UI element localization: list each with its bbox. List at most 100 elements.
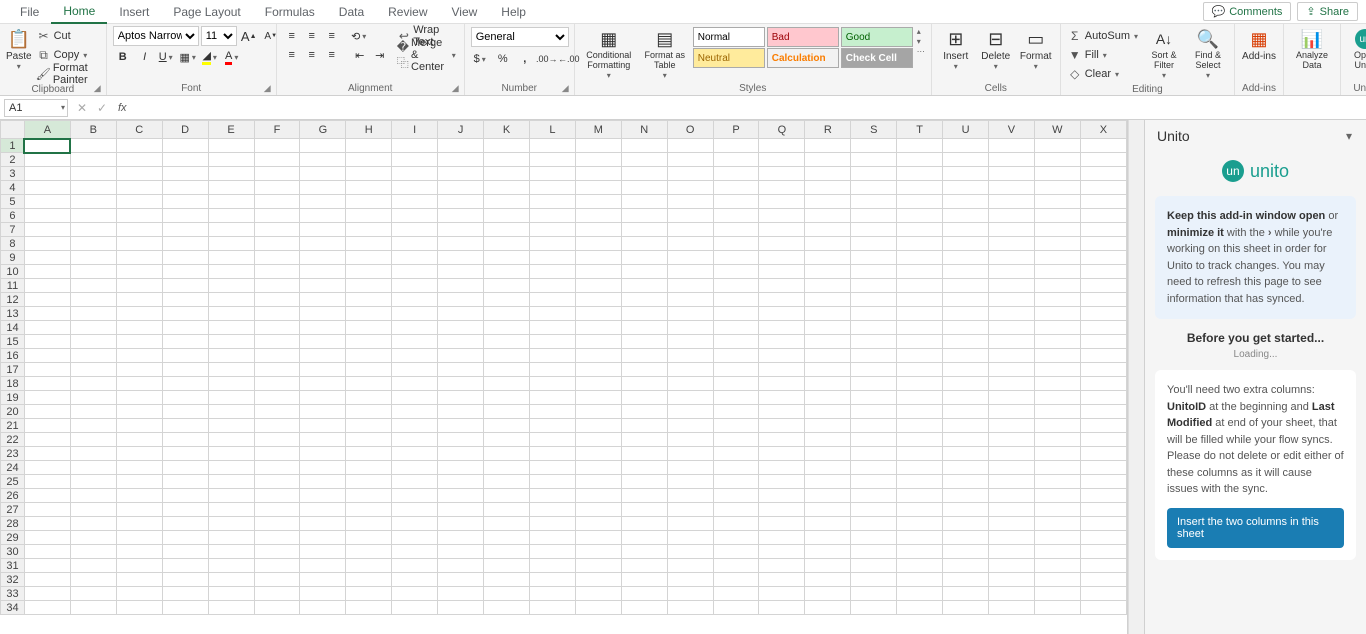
cell-W33[interactable] bbox=[1034, 587, 1080, 601]
cell-A25[interactable] bbox=[24, 475, 70, 489]
cell-E29[interactable] bbox=[208, 531, 254, 545]
row-header-31[interactable]: 31 bbox=[1, 559, 25, 573]
cell-P6[interactable] bbox=[713, 209, 759, 223]
cell-H22[interactable] bbox=[346, 433, 392, 447]
cell-J2[interactable] bbox=[438, 153, 484, 167]
dialog-launcher-icon[interactable]: ◢ bbox=[264, 83, 274, 93]
cell-X15[interactable] bbox=[1080, 335, 1126, 349]
cell-X32[interactable] bbox=[1080, 573, 1126, 587]
cell-U27[interactable] bbox=[943, 503, 989, 517]
find-select-button[interactable]: 🔍Find & Select▾ bbox=[1188, 27, 1228, 80]
cell-V34[interactable] bbox=[989, 601, 1035, 615]
cell-C10[interactable] bbox=[116, 265, 162, 279]
cell-D15[interactable] bbox=[162, 335, 208, 349]
cell-S19[interactable] bbox=[851, 391, 897, 405]
cell-L32[interactable] bbox=[529, 573, 575, 587]
cell-M19[interactable] bbox=[575, 391, 621, 405]
select-all-corner[interactable] bbox=[1, 121, 25, 139]
cell-G28[interactable] bbox=[300, 517, 346, 531]
cell-K2[interactable] bbox=[484, 153, 530, 167]
cell-E2[interactable] bbox=[208, 153, 254, 167]
cell-C7[interactable] bbox=[116, 223, 162, 237]
row-header-12[interactable]: 12 bbox=[1, 293, 25, 307]
cell-D17[interactable] bbox=[162, 363, 208, 377]
cell-T18[interactable] bbox=[897, 377, 943, 391]
cell-D30[interactable] bbox=[162, 545, 208, 559]
cell-I9[interactable] bbox=[392, 251, 438, 265]
cell-K28[interactable] bbox=[484, 517, 530, 531]
row-header-9[interactable]: 9 bbox=[1, 251, 25, 265]
cell-R5[interactable] bbox=[805, 195, 851, 209]
cell-Q13[interactable] bbox=[759, 307, 805, 321]
cell-F34[interactable] bbox=[254, 601, 300, 615]
tab-formulas[interactable]: Formulas bbox=[253, 1, 327, 23]
cell-P14[interactable] bbox=[713, 321, 759, 335]
cell-O31[interactable] bbox=[667, 559, 713, 573]
cell-A3[interactable] bbox=[24, 167, 70, 181]
cell-A21[interactable] bbox=[24, 419, 70, 433]
cell-F26[interactable] bbox=[254, 489, 300, 503]
cell-F17[interactable] bbox=[254, 363, 300, 377]
cell-X31[interactable] bbox=[1080, 559, 1126, 573]
cell-M28[interactable] bbox=[575, 517, 621, 531]
cell-J29[interactable] bbox=[438, 531, 484, 545]
cell-S12[interactable] bbox=[851, 293, 897, 307]
cell-F12[interactable] bbox=[254, 293, 300, 307]
cell-M27[interactable] bbox=[575, 503, 621, 517]
cell-V5[interactable] bbox=[989, 195, 1035, 209]
cell-L15[interactable] bbox=[529, 335, 575, 349]
dialog-launcher-icon[interactable]: ◢ bbox=[562, 83, 572, 93]
cell-W11[interactable] bbox=[1034, 279, 1080, 293]
cell-N15[interactable] bbox=[621, 335, 667, 349]
cell-N24[interactable] bbox=[621, 461, 667, 475]
cell-J3[interactable] bbox=[438, 167, 484, 181]
tab-page-layout[interactable]: Page Layout bbox=[161, 1, 252, 23]
cell-N19[interactable] bbox=[621, 391, 667, 405]
cell-W19[interactable] bbox=[1034, 391, 1080, 405]
cell-K9[interactable] bbox=[484, 251, 530, 265]
cell-H14[interactable] bbox=[346, 321, 392, 335]
increase-decimal-button[interactable]: .00→ bbox=[537, 50, 557, 68]
cell-X17[interactable] bbox=[1080, 363, 1126, 377]
paste-button[interactable]: 📋 Paste▾ bbox=[6, 27, 32, 71]
cell-P28[interactable] bbox=[713, 517, 759, 531]
cell-A1[interactable] bbox=[24, 139, 70, 153]
cell-C17[interactable] bbox=[116, 363, 162, 377]
align-right-button[interactable]: ≡ bbox=[323, 47, 341, 63]
cell-S8[interactable] bbox=[851, 237, 897, 251]
cell-W29[interactable] bbox=[1034, 531, 1080, 545]
cell-W28[interactable] bbox=[1034, 517, 1080, 531]
percent-button[interactable]: % bbox=[493, 50, 513, 68]
cell-R25[interactable] bbox=[805, 475, 851, 489]
cell-E13[interactable] bbox=[208, 307, 254, 321]
row-header-22[interactable]: 22 bbox=[1, 433, 25, 447]
cell-I22[interactable] bbox=[392, 433, 438, 447]
cell-O23[interactable] bbox=[667, 447, 713, 461]
cell-H27[interactable] bbox=[346, 503, 392, 517]
cell-C20[interactable] bbox=[116, 405, 162, 419]
col-header-K[interactable]: K bbox=[484, 121, 530, 139]
cell-D5[interactable] bbox=[162, 195, 208, 209]
cell-T12[interactable] bbox=[897, 293, 943, 307]
row-header-32[interactable]: 32 bbox=[1, 573, 25, 587]
cell-L5[interactable] bbox=[529, 195, 575, 209]
cell-Q17[interactable] bbox=[759, 363, 805, 377]
cell-E33[interactable] bbox=[208, 587, 254, 601]
cell-M31[interactable] bbox=[575, 559, 621, 573]
cell-X10[interactable] bbox=[1080, 265, 1126, 279]
cell-A10[interactable] bbox=[24, 265, 70, 279]
cell-U4[interactable] bbox=[943, 181, 989, 195]
cell-R18[interactable] bbox=[805, 377, 851, 391]
cell-E1[interactable] bbox=[208, 139, 254, 153]
cell-T3[interactable] bbox=[897, 167, 943, 181]
cell-D18[interactable] bbox=[162, 377, 208, 391]
dialog-launcher-icon[interactable]: ◢ bbox=[94, 83, 104, 93]
cell-D29[interactable] bbox=[162, 531, 208, 545]
col-header-X[interactable]: X bbox=[1080, 121, 1126, 139]
border-button[interactable]: ▦▾ bbox=[179, 48, 199, 66]
cell-C6[interactable] bbox=[116, 209, 162, 223]
cell-S6[interactable] bbox=[851, 209, 897, 223]
cell-X22[interactable] bbox=[1080, 433, 1126, 447]
cell-W12[interactable] bbox=[1034, 293, 1080, 307]
cell-U28[interactable] bbox=[943, 517, 989, 531]
